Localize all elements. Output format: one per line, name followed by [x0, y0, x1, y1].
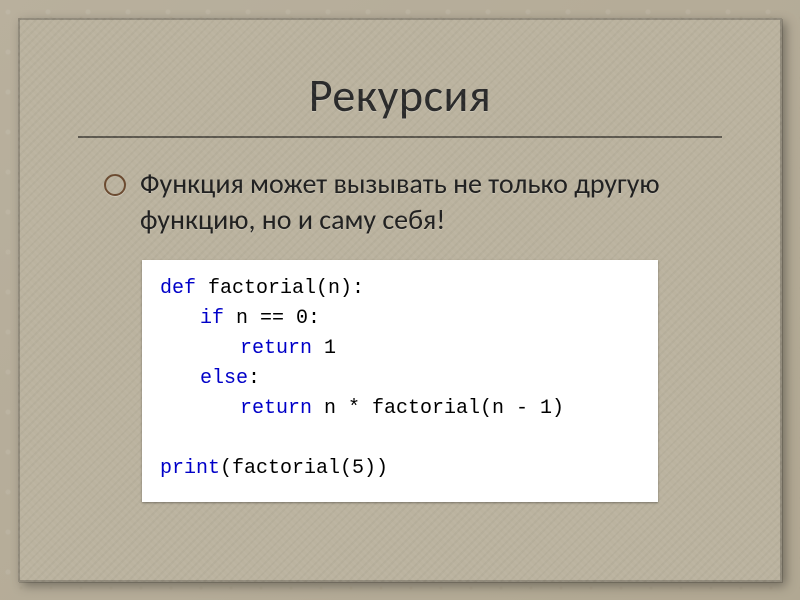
code-text: factorial(n): — [196, 277, 364, 300]
keyword-def: def — [160, 277, 196, 300]
slide-title: Рекурсия — [78, 68, 722, 124]
keyword-print: print — [160, 457, 220, 480]
code-line-4: else: — [160, 364, 640, 394]
code-line-1: def factorial(n): — [160, 274, 640, 304]
title-container: Рекурсия — [78, 48, 722, 138]
code-line-2: if n == 0: — [160, 304, 640, 334]
slide-background: Рекурсия Функция может вызывать не тольк… — [0, 0, 800, 600]
code-snippet: def factorial(n): if n == 0: return 1 el… — [142, 260, 658, 502]
keyword-if: if — [200, 307, 224, 330]
keyword-return: return — [240, 397, 312, 420]
code-text: : — [248, 367, 260, 390]
keyword-else: else — [200, 367, 248, 390]
code-text: (factorial(5)) — [220, 457, 388, 480]
code-text: n == 0: — [224, 307, 320, 330]
code-text: 1 — [312, 337, 336, 360]
bullet-item: Функция может вызывать не только другую … — [104, 166, 722, 238]
slide-card: Рекурсия Функция может вызывать не тольк… — [18, 18, 782, 582]
code-line-5: return n * factorial(n - 1) — [160, 394, 640, 424]
keyword-return: return — [240, 337, 312, 360]
code-line-6: print(factorial(5)) — [160, 454, 640, 484]
bullet-text: Функция может вызывать не только другую … — [140, 166, 722, 238]
circle-bullet-icon — [104, 174, 126, 196]
code-blank-line — [160, 424, 640, 454]
code-line-3: return 1 — [160, 334, 640, 364]
code-text: n * factorial(n - 1) — [312, 397, 564, 420]
